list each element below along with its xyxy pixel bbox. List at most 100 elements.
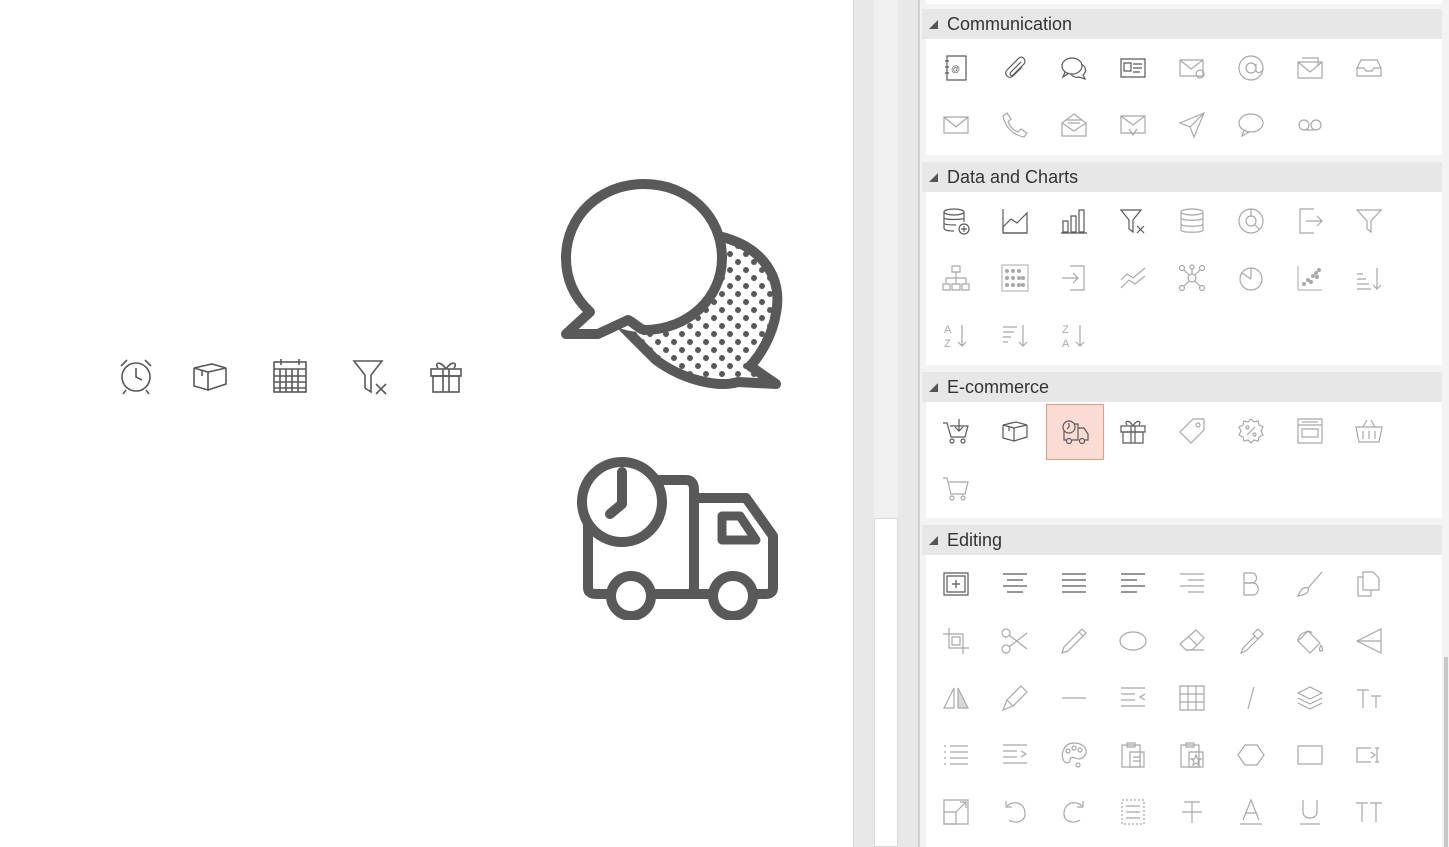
redo-icon[interactable] — [1045, 784, 1103, 840]
font-color-icon[interactable] — [1222, 784, 1280, 840]
hierarchy-icon[interactable] — [927, 250, 985, 306]
align-justify-icon[interactable] — [1045, 556, 1103, 612]
font-size-icon[interactable] — [1340, 670, 1398, 726]
area-chart-icon[interactable] — [986, 193, 1044, 249]
align-left-icon[interactable] — [1104, 556, 1162, 612]
flip-horizontal-icon[interactable] — [927, 670, 985, 726]
layers-icon[interactable] — [1281, 670, 1339, 726]
trend-lines-icon[interactable] — [1104, 250, 1162, 306]
resize-icon[interactable] — [927, 784, 985, 840]
database-icon[interactable] — [1163, 193, 1221, 249]
mail-forward-icon[interactable] — [1104, 97, 1162, 153]
scatter-chart-icon[interactable] — [1281, 250, 1339, 306]
conversation-icon[interactable] — [558, 178, 784, 392]
pie-search-icon[interactable] — [1222, 193, 1280, 249]
section-header-communication[interactable]: Communication — [922, 9, 1442, 39]
highlighter-icon[interactable] — [986, 670, 1044, 726]
cart-add-icon[interactable] — [927, 403, 985, 459]
change-case-icon[interactable] — [1340, 784, 1398, 840]
section-header-editing[interactable]: Editing — [922, 525, 1442, 555]
sort-a-z-icon[interactable]: AZ — [927, 307, 985, 363]
database-add-icon[interactable] — [927, 193, 985, 249]
underline-icon[interactable] — [1281, 784, 1339, 840]
eraser-icon[interactable] — [1163, 613, 1221, 669]
calendar-icon[interactable] — [270, 356, 310, 396]
filter-clear-icon[interactable] — [1104, 193, 1162, 249]
section-header-data-and-charts[interactable]: Data and Charts — [922, 162, 1442, 192]
send-icon[interactable] — [1163, 97, 1221, 153]
scissors-icon[interactable] — [986, 613, 1044, 669]
bold-icon[interactable] — [1222, 556, 1280, 612]
copy-document-icon[interactable] — [1340, 556, 1398, 612]
inbox-tray-icon[interactable] — [1340, 40, 1398, 96]
gift-icon[interactable] — [1104, 403, 1162, 459]
collapse-triangle-icon[interactable] — [929, 20, 938, 29]
address-book-icon[interactable]: @ — [927, 40, 985, 96]
select-text-icon[interactable] — [1104, 784, 1162, 840]
paste-icon[interactable] — [1104, 727, 1162, 783]
pencil-icon[interactable] — [1045, 613, 1103, 669]
paintbrush-icon[interactable] — [1281, 556, 1339, 612]
italic-icon[interactable] — [1222, 670, 1280, 726]
bar-chart-icon[interactable] — [1045, 193, 1103, 249]
strikethrough-icon[interactable] — [1163, 784, 1221, 840]
perspective-icon[interactable] — [1340, 613, 1398, 669]
horizontal-line-icon[interactable] — [1045, 670, 1103, 726]
insert-frame-icon[interactable] — [927, 556, 985, 612]
align-center-icon[interactable] — [986, 556, 1044, 612]
conversation-icon[interactable] — [1045, 40, 1103, 96]
scatter-grid-icon[interactable] — [986, 250, 1044, 306]
phone-icon[interactable] — [986, 97, 1044, 153]
shopping-basket-icon[interactable] — [1340, 403, 1398, 459]
contact-card-icon[interactable] — [1104, 40, 1162, 96]
panel-scrollbar-thumb[interactable] — [1444, 657, 1448, 847]
section-header-e-commerce[interactable]: E-commerce — [922, 372, 1442, 402]
filter-icon[interactable] — [1340, 193, 1398, 249]
network-icon[interactable] — [1163, 250, 1221, 306]
text-box-icon[interactable] — [1340, 727, 1398, 783]
filter-clear-icon[interactable] — [350, 356, 390, 396]
mail-error-icon[interactable] — [1163, 40, 1221, 96]
collapse-triangle-icon[interactable] — [929, 536, 938, 545]
gift-icon[interactable] — [426, 356, 466, 396]
discount-badge-icon[interactable] — [1222, 403, 1280, 459]
table-icon[interactable] — [1163, 670, 1221, 726]
hexagon-shape-icon[interactable] — [1222, 727, 1280, 783]
voicemail-icon[interactable] — [1281, 97, 1339, 153]
ellipse-shape-icon[interactable] — [1104, 613, 1162, 669]
sort-descending-icon[interactable] — [1340, 250, 1398, 306]
speech-bubble-icon[interactable] — [1222, 97, 1280, 153]
storefront-icon[interactable] — [1281, 403, 1339, 459]
delivery-truck-clock-icon[interactable] — [574, 456, 784, 620]
box-icon[interactable] — [190, 356, 230, 396]
shopping-cart-icon[interactable] — [927, 460, 985, 516]
canvas-scrollbar-thumb[interactable] — [874, 518, 898, 847]
color-palette-icon[interactable] — [1045, 727, 1103, 783]
rectangle-shape-icon[interactable] — [1281, 727, 1339, 783]
paint-bucket-icon[interactable] — [1281, 613, 1339, 669]
undo-icon[interactable] — [986, 784, 1044, 840]
align-right-icon[interactable] — [1163, 556, 1221, 612]
import-icon[interactable] — [1045, 250, 1103, 306]
eyedropper-icon[interactable] — [1222, 613, 1280, 669]
paste-special-icon[interactable] — [1163, 727, 1221, 783]
paperclip-icon[interactable] — [986, 40, 1044, 96]
numbered-list-icon[interactable] — [927, 727, 985, 783]
delivery-truck-clock-icon[interactable] — [1046, 404, 1104, 460]
text-indent-icon[interactable] — [986, 727, 1044, 783]
slide-canvas[interactable] — [0, 0, 853, 847]
mail-open-letter-icon[interactable] — [1045, 97, 1103, 153]
text-outdent-icon[interactable] — [1104, 670, 1162, 726]
box-icon[interactable] — [986, 403, 1044, 459]
pie-chart-icon[interactable] — [1222, 250, 1280, 306]
sort-z-a-icon[interactable]: ZA — [1045, 307, 1103, 363]
export-icon[interactable] — [1281, 193, 1339, 249]
collapse-triangle-icon[interactable] — [929, 383, 938, 392]
envelope-icon[interactable] — [927, 97, 985, 153]
mail-open-icon[interactable] — [1281, 40, 1339, 96]
crop-icon[interactable] — [927, 613, 985, 669]
collapse-triangle-icon[interactable] — [929, 173, 938, 182]
alarm-clock-icon[interactable] — [116, 356, 156, 396]
price-tag-icon[interactable] — [1163, 403, 1221, 459]
at-sign-icon[interactable] — [1222, 40, 1280, 96]
